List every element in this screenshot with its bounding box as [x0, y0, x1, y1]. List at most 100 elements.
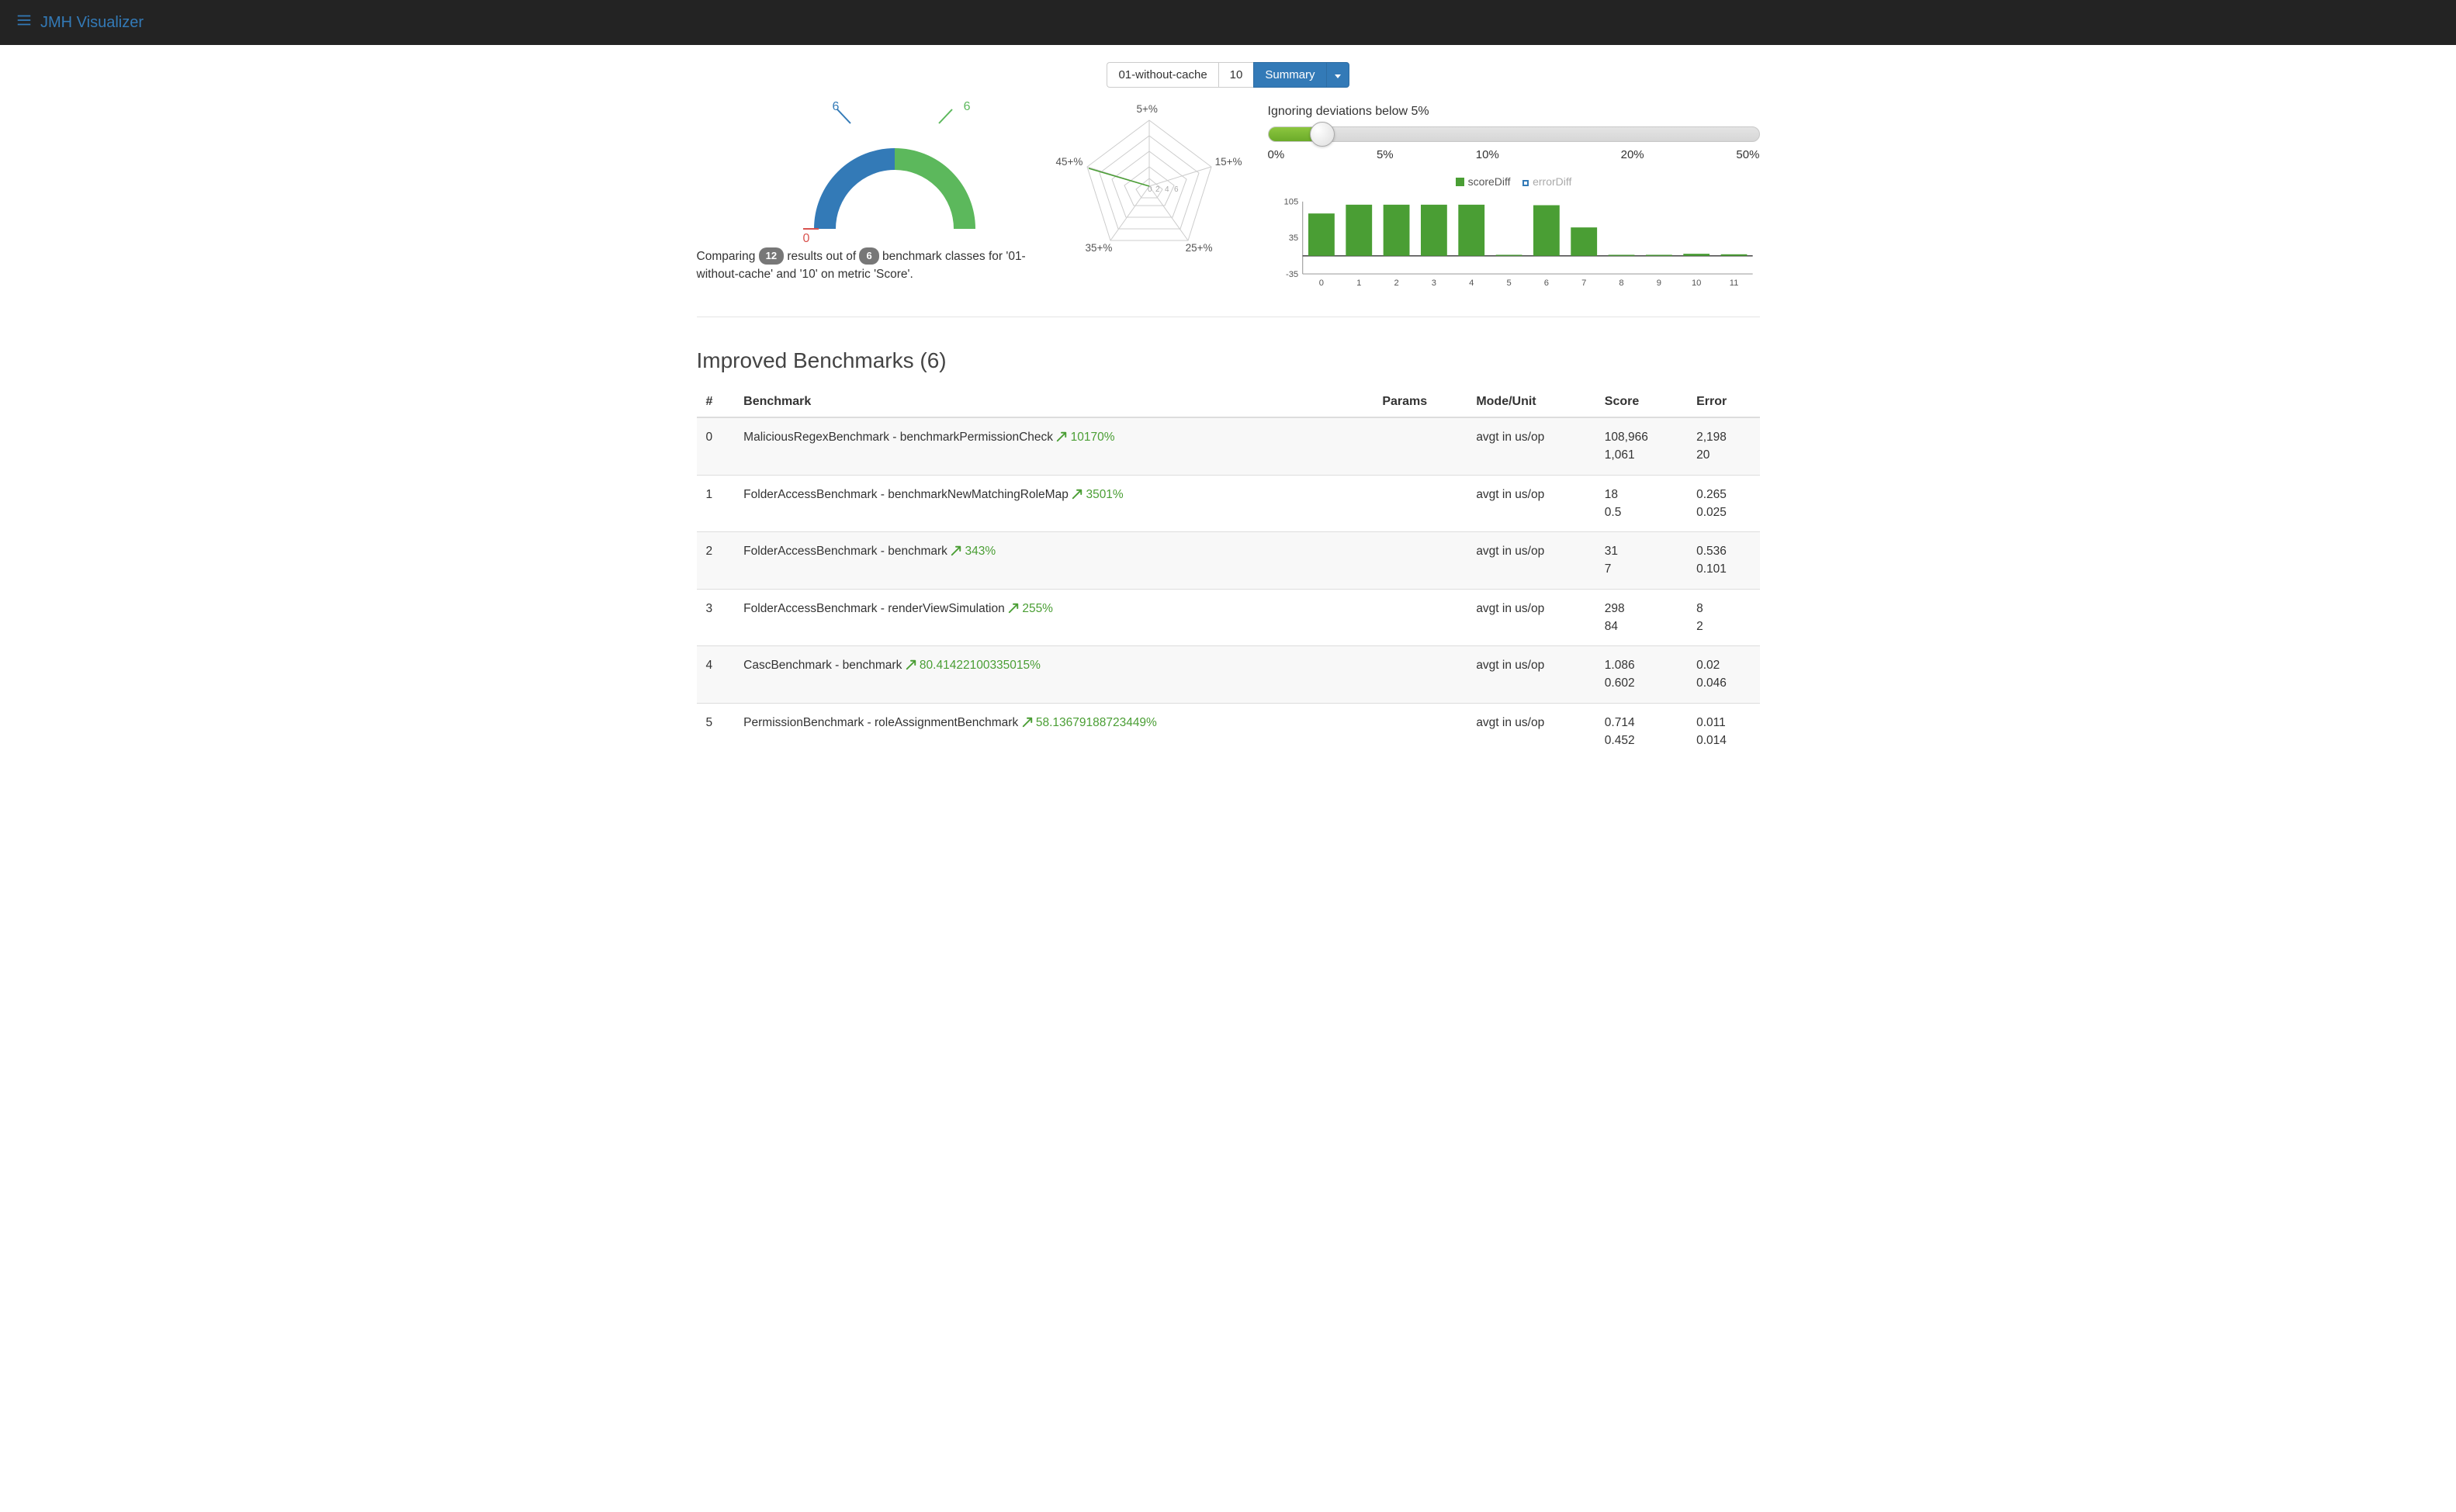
cell-params [1373, 532, 1467, 590]
bar-chart: 10535-3501234567891011 [1268, 192, 1760, 293]
cell-idx: 4 [697, 646, 735, 704]
results-badge: 12 [759, 247, 784, 265]
cell-score: 29884 [1595, 589, 1687, 646]
radar-tick: 15+% [1215, 156, 1242, 168]
svg-text:4: 4 [1165, 185, 1169, 194]
svg-text:35: 35 [1288, 234, 1297, 243]
svg-text:3: 3 [1431, 279, 1436, 288]
table-row[interactable]: 0MaliciousRegexBenchmark - benchmarkPerm… [697, 417, 1760, 475]
compare-text: Comparing 12 results out of 6 benchmark … [697, 247, 1031, 284]
cell-error: 0.2650.025 [1687, 475, 1759, 532]
chevron-down-icon [1335, 74, 1341, 78]
summary-button[interactable]: Summary [1253, 62, 1325, 88]
col-benchmark: Benchmark [734, 387, 1373, 417]
improvement-indicator: 255% [1008, 602, 1053, 615]
run-1-button[interactable]: 01-without-cache [1107, 62, 1218, 88]
radar-tick: 5+% [1137, 103, 1158, 115]
cell-idx: 5 [697, 703, 735, 759]
radar-column: 0246 5+% 15+% 25+% 35+% 45+% [1044, 105, 1254, 260]
table-row[interactable]: 5PermissionBenchmark - roleAssignmentBen… [697, 703, 1760, 759]
cell-idx: 3 [697, 589, 735, 646]
svg-text:2: 2 [1394, 279, 1398, 288]
cell-error: 82 [1687, 589, 1759, 646]
arrow-up-right-icon [906, 659, 916, 670]
slider-column: Ignoring deviations below 5% 0%5%10%20%5… [1268, 105, 1760, 293]
table-row[interactable]: 4CascBenchmark - benchmark 80.4142210033… [697, 646, 1760, 704]
col-score: Score [1595, 387, 1687, 417]
radar-chart: 0246 5+% 15+% 25+% 35+% 45+% [1056, 105, 1242, 260]
col-idx: # [697, 387, 735, 417]
cell-score: 180.5 [1595, 475, 1687, 532]
table-row[interactable]: 1FolderAccessBenchmark - benchmarkNewMat… [697, 475, 1760, 532]
cell-benchmark: CascBenchmark - benchmark 80.41422100335… [734, 646, 1373, 704]
top-controls: 01-without-cache 10 Summary [697, 62, 1760, 88]
cell-params [1373, 417, 1467, 475]
cell-mode: avgt in us/op [1467, 475, 1595, 532]
improvement-indicator: 80.41422100335015% [906, 659, 1041, 672]
slider-ticks: 0%5%10%20%50% [1268, 148, 1760, 161]
btn-group: 01-without-cache 10 Summary [1107, 62, 1349, 88]
table-header-row: # Benchmark Params Mode/Unit Score Error [697, 387, 1760, 417]
legend-scorediff-icon [1456, 178, 1464, 186]
cell-benchmark: FolderAccessBenchmark - benchmark 343% [734, 532, 1373, 590]
svg-text:1: 1 [1356, 279, 1361, 288]
cell-score: 317 [1595, 532, 1687, 590]
cell-idx: 1 [697, 475, 735, 532]
svg-text:9: 9 [1656, 279, 1661, 288]
svg-text:0: 0 [1318, 279, 1323, 288]
cell-mode: avgt in us/op [1467, 417, 1595, 475]
slider-label: Ignoring deviations below 5% [1268, 105, 1760, 119]
arrow-up-right-icon [951, 545, 961, 556]
bars-icon [16, 12, 33, 33]
arrow-up-right-icon [1008, 603, 1019, 614]
cell-error: 0.0110.014 [1687, 703, 1759, 759]
deviation-slider[interactable] [1268, 126, 1760, 142]
svg-text:7: 7 [1581, 279, 1586, 288]
slider-thumb[interactable] [1310, 122, 1335, 147]
cell-score: 0.7140.452 [1595, 703, 1687, 759]
table-row[interactable]: 3FolderAccessBenchmark - renderViewSimul… [697, 589, 1760, 646]
gauge-column: 0 6 6 Comparing 12 results out of 6 benc… [697, 105, 1031, 284]
brand-text: JMH Visualizer [40, 14, 144, 32]
cell-params [1373, 589, 1467, 646]
cell-mode: avgt in us/op [1467, 703, 1595, 759]
improvement-indicator: 58.13679188723449% [1022, 716, 1157, 729]
improvement-indicator: 10170% [1056, 431, 1114, 444]
cell-benchmark: PermissionBenchmark - roleAssignmentBenc… [734, 703, 1373, 759]
cell-mode: avgt in us/op [1467, 589, 1595, 646]
arrow-up-right-icon [1056, 431, 1067, 442]
svg-text:6: 6 [1174, 185, 1179, 194]
radar-tick: 35+% [1086, 242, 1113, 254]
svg-text:5: 5 [1506, 279, 1511, 288]
legend-errordiff-icon [1522, 180, 1529, 186]
overview-row: 0 6 6 Comparing 12 results out of 6 benc… [697, 105, 1760, 293]
page-container: 01-without-cache 10 Summary 0 6 6 [681, 62, 1775, 791]
svg-text:8: 8 [1619, 279, 1623, 288]
improvement-indicator: 3501% [1072, 488, 1124, 501]
cell-error: 0.020.046 [1687, 646, 1759, 704]
navbar: JMH Visualizer [0, 0, 2456, 45]
classes-badge: 6 [859, 247, 878, 265]
cell-idx: 0 [697, 417, 735, 475]
cell-params [1373, 475, 1467, 532]
improvement-indicator: 343% [951, 545, 996, 558]
brand-link[interactable]: JMH Visualizer [16, 12, 144, 33]
col-mode: Mode/Unit [1467, 387, 1595, 417]
cell-error: 0.5360.101 [1687, 532, 1759, 590]
barchart-legend: scoreDiff errorDiff [1268, 175, 1760, 188]
cell-benchmark: FolderAccessBenchmark - renderViewSimula… [734, 589, 1373, 646]
arrow-up-right-icon [1022, 717, 1033, 728]
benchmark-table: # Benchmark Params Mode/Unit Score Error… [697, 387, 1760, 759]
run-2-button[interactable]: 10 [1218, 62, 1254, 88]
svg-text:4: 4 [1469, 279, 1474, 288]
table-row[interactable]: 2FolderAccessBenchmark - benchmark 343%a… [697, 532, 1760, 590]
svg-text:105: 105 [1283, 198, 1298, 207]
cell-params [1373, 646, 1467, 704]
summary-dropdown-button[interactable] [1326, 62, 1349, 88]
cell-benchmark: FolderAccessBenchmark - benchmarkNewMatc… [734, 475, 1373, 532]
svg-text:0: 0 [1148, 185, 1152, 194]
col-params: Params [1373, 387, 1467, 417]
radar-tick: 25+% [1186, 242, 1213, 254]
svg-text:2: 2 [1155, 185, 1160, 194]
cell-score: 1.0860.602 [1595, 646, 1687, 704]
